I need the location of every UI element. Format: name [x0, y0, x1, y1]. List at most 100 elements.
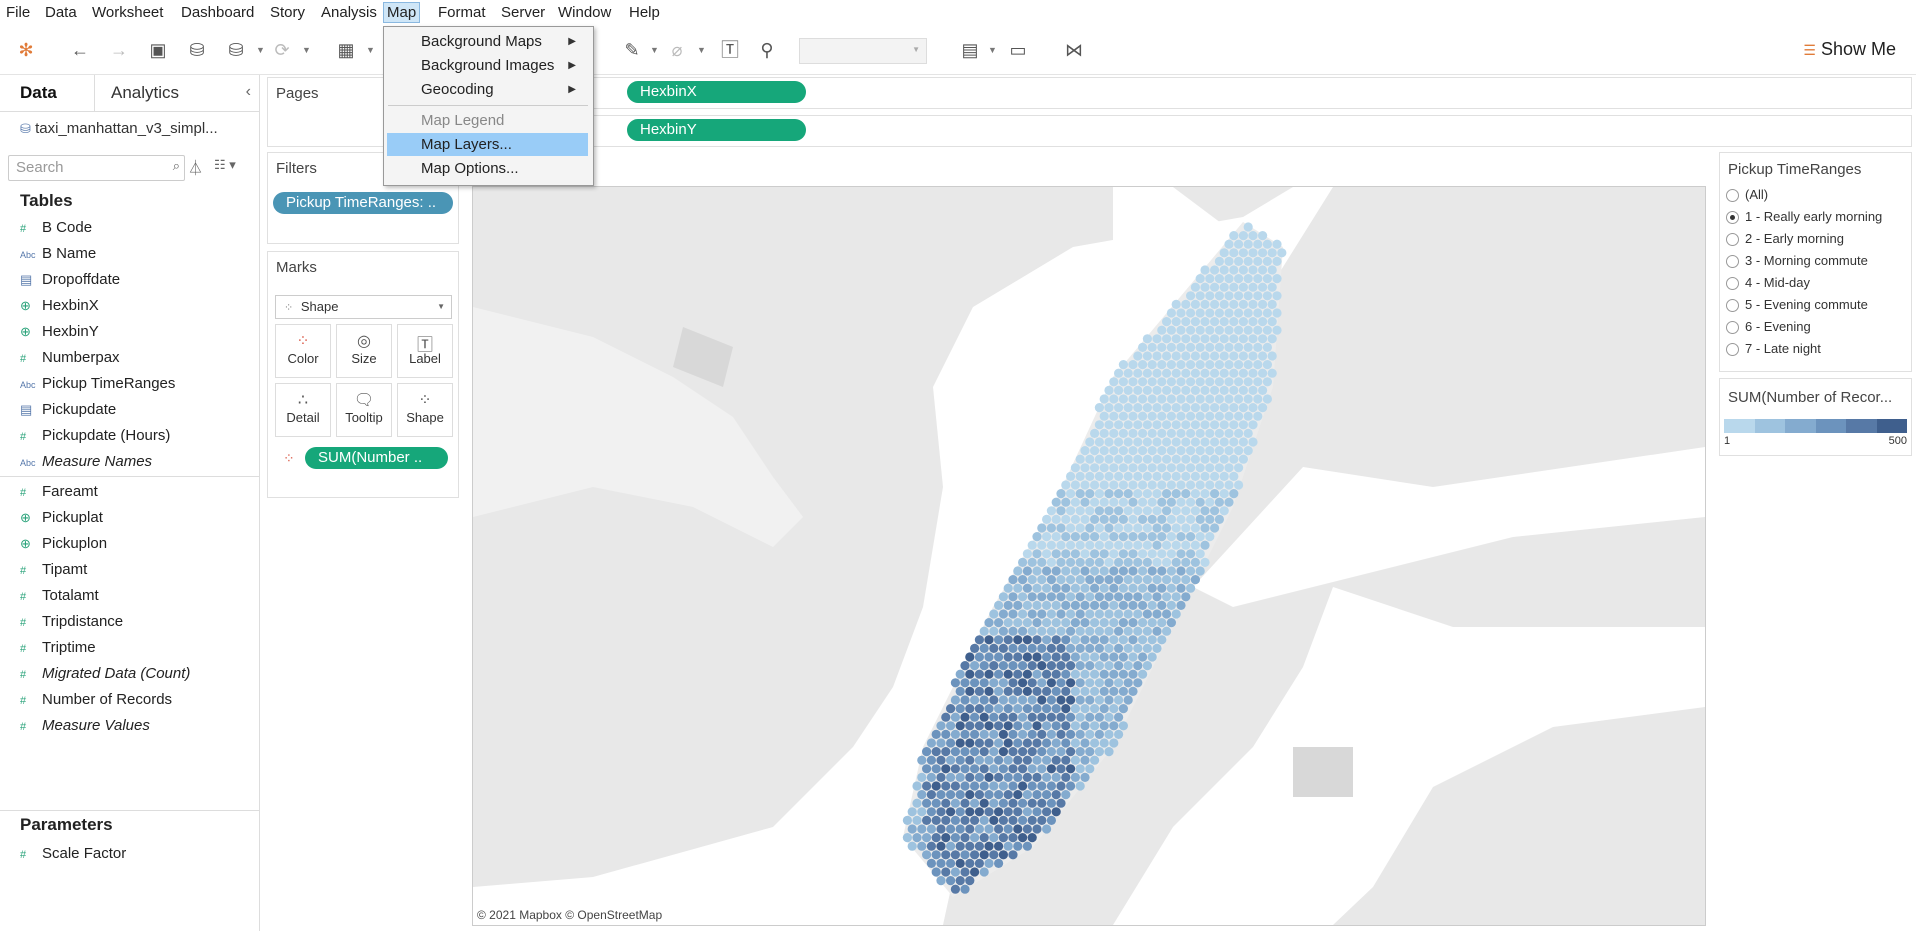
- hexbin-mark[interactable]: [1157, 532, 1167, 542]
- hexbin-mark[interactable]: [946, 824, 956, 834]
- hexbin-mark[interactable]: [1142, 368, 1152, 378]
- view-options-icon[interactable]: ☷ ▾: [214, 157, 236, 173]
- hexbin-mark[interactable]: [1262, 325, 1272, 335]
- hexbin-mark[interactable]: [984, 635, 994, 645]
- hexbin-mark[interactable]: [1090, 738, 1100, 748]
- hexbin-mark[interactable]: [1046, 661, 1056, 671]
- hexbin-mark[interactable]: [1162, 523, 1172, 533]
- hexbin-mark[interactable]: [1032, 755, 1042, 765]
- hexbin-mark[interactable]: [974, 738, 984, 748]
- hexbin-mark[interactable]: [1234, 446, 1244, 456]
- hexbin-mark[interactable]: [902, 815, 912, 826]
- hexbin-mark[interactable]: [1229, 437, 1239, 447]
- filter-icon[interactable]: ⏃: [188, 157, 203, 178]
- refresh-icon[interactable]: ⟳: [270, 38, 294, 62]
- hexbin-mark[interactable]: [1118, 704, 1128, 714]
- hexbin-mark[interactable]: [1075, 678, 1085, 688]
- hexbin-mark[interactable]: [998, 729, 1009, 740]
- hexbin-mark[interactable]: [1262, 360, 1272, 370]
- hexbin-mark[interactable]: [984, 824, 994, 834]
- hexbin-mark[interactable]: [1210, 265, 1220, 275]
- hexbin-mark[interactable]: [1229, 248, 1239, 258]
- hexbin-mark[interactable]: [1056, 781, 1066, 791]
- hexbin-mark[interactable]: [979, 695, 989, 705]
- hexbin-mark[interactable]: [931, 747, 941, 757]
- hexbin-mark[interactable]: [1190, 351, 1200, 361]
- hexbin-mark[interactable]: [1066, 557, 1076, 567]
- hexbin-mark[interactable]: [1238, 368, 1248, 378]
- hexbin-mark[interactable]: [1032, 618, 1042, 628]
- hexbin-mark[interactable]: [998, 609, 1009, 619]
- hexbin-mark[interactable]: [1133, 523, 1143, 533]
- hexbin-mark[interactable]: [931, 764, 941, 774]
- hexbin-mark[interactable]: [1214, 411, 1224, 421]
- tooltip-button[interactable]: 🗨 Tooltip: [336, 383, 392, 437]
- hexbin-mark[interactable]: [912, 798, 922, 808]
- hexbin-mark[interactable]: [1248, 231, 1258, 241]
- filter-radio-option[interactable]: 7 - Late night: [1726, 341, 1821, 361]
- hexbin-mark[interactable]: [1037, 798, 1047, 808]
- hexbin-mark[interactable]: [1070, 755, 1080, 765]
- hexbin-mark[interactable]: [1075, 506, 1085, 516]
- hexbin-mark[interactable]: [1051, 566, 1061, 576]
- hexbin-mark[interactable]: [1114, 420, 1124, 430]
- field-item[interactable]: # B Code: [20, 219, 92, 241]
- hexbin-mark[interactable]: [1085, 489, 1095, 499]
- hexbin-mark[interactable]: [1253, 291, 1263, 301]
- hexbin-mark[interactable]: [1070, 497, 1080, 507]
- columns-pill[interactable]: HexbinX: [627, 81, 806, 103]
- radio-button[interactable]: [1726, 211, 1739, 225]
- hexbin-mark[interactable]: [1123, 489, 1133, 499]
- chevron-down-icon[interactable]: ▼: [366, 38, 375, 62]
- hexbin-mark[interactable]: [1210, 523, 1220, 533]
- hexbin-mark[interactable]: [1181, 317, 1191, 327]
- hexbin-mark[interactable]: [1133, 403, 1143, 413]
- hexbin-mark[interactable]: [1166, 360, 1176, 370]
- hexbin-mark[interactable]: [1109, 514, 1119, 524]
- hexbin-mark[interactable]: [950, 781, 960, 791]
- hexbin-mark[interactable]: [1176, 583, 1186, 593]
- hexbin-mark[interactable]: [1090, 463, 1100, 473]
- hexbin-mark[interactable]: [1166, 566, 1176, 576]
- hexbin-mark[interactable]: [1075, 764, 1085, 774]
- hexbin-mark[interactable]: [1243, 411, 1253, 421]
- hexbin-mark[interactable]: [1248, 334, 1258, 344]
- hexbin-mark[interactable]: [1176, 377, 1186, 387]
- hexbin-mark[interactable]: [907, 841, 917, 851]
- hexbin-mark[interactable]: [1094, 523, 1104, 533]
- hexbin-mark[interactable]: [1229, 368, 1239, 378]
- hexbin-mark[interactable]: [1128, 394, 1138, 404]
- hexbin-mark[interactable]: [1238, 299, 1248, 309]
- hexbin-mark[interactable]: [1046, 798, 1056, 808]
- hexbin-mark[interactable]: [998, 833, 1009, 843]
- hexbin-mark[interactable]: [1075, 643, 1085, 653]
- field-item[interactable]: Abc Pickup TimeRanges: [20, 375, 175, 397]
- hexbin-mark[interactable]: [1104, 747, 1114, 757]
- hexbin-mark[interactable]: [1090, 652, 1100, 662]
- hexbin-mark[interactable]: [1018, 575, 1028, 585]
- hexbin-mark[interactable]: [1195, 274, 1205, 284]
- field-item[interactable]: ⊕ HexbinY: [20, 323, 99, 345]
- hexbin-mark[interactable]: [1138, 446, 1148, 456]
- hexbin-mark[interactable]: [1190, 403, 1200, 413]
- hexbin-mark[interactable]: [1046, 609, 1056, 619]
- filter-radio-option[interactable]: 2 - Early morning: [1726, 231, 1844, 251]
- hexbin-mark[interactable]: [1214, 497, 1224, 507]
- hexbin-mark[interactable]: [1104, 661, 1114, 671]
- hexbin-mark[interactable]: [926, 841, 936, 851]
- hexbin-mark[interactable]: [1094, 403, 1104, 413]
- hexbin-mark[interactable]: [1272, 256, 1282, 266]
- hexbin-mark[interactable]: [1046, 557, 1056, 567]
- hexbin-mark[interactable]: [1123, 661, 1133, 671]
- hexbin-mark[interactable]: [1022, 618, 1032, 628]
- hexbin-mark[interactable]: [1258, 248, 1268, 258]
- hexbin-mark[interactable]: [1195, 394, 1205, 404]
- hexbin-mark[interactable]: [1190, 437, 1200, 447]
- hexbin-mark[interactable]: [931, 867, 941, 877]
- hexbin-mark[interactable]: [1075, 609, 1085, 619]
- hexbin-mark[interactable]: [926, 807, 936, 817]
- hexbin-mark[interactable]: [1152, 609, 1162, 619]
- hexbin-mark[interactable]: [1042, 652, 1052, 662]
- hexbin-mark[interactable]: [946, 858, 956, 869]
- hexbin-mark[interactable]: [1238, 231, 1248, 241]
